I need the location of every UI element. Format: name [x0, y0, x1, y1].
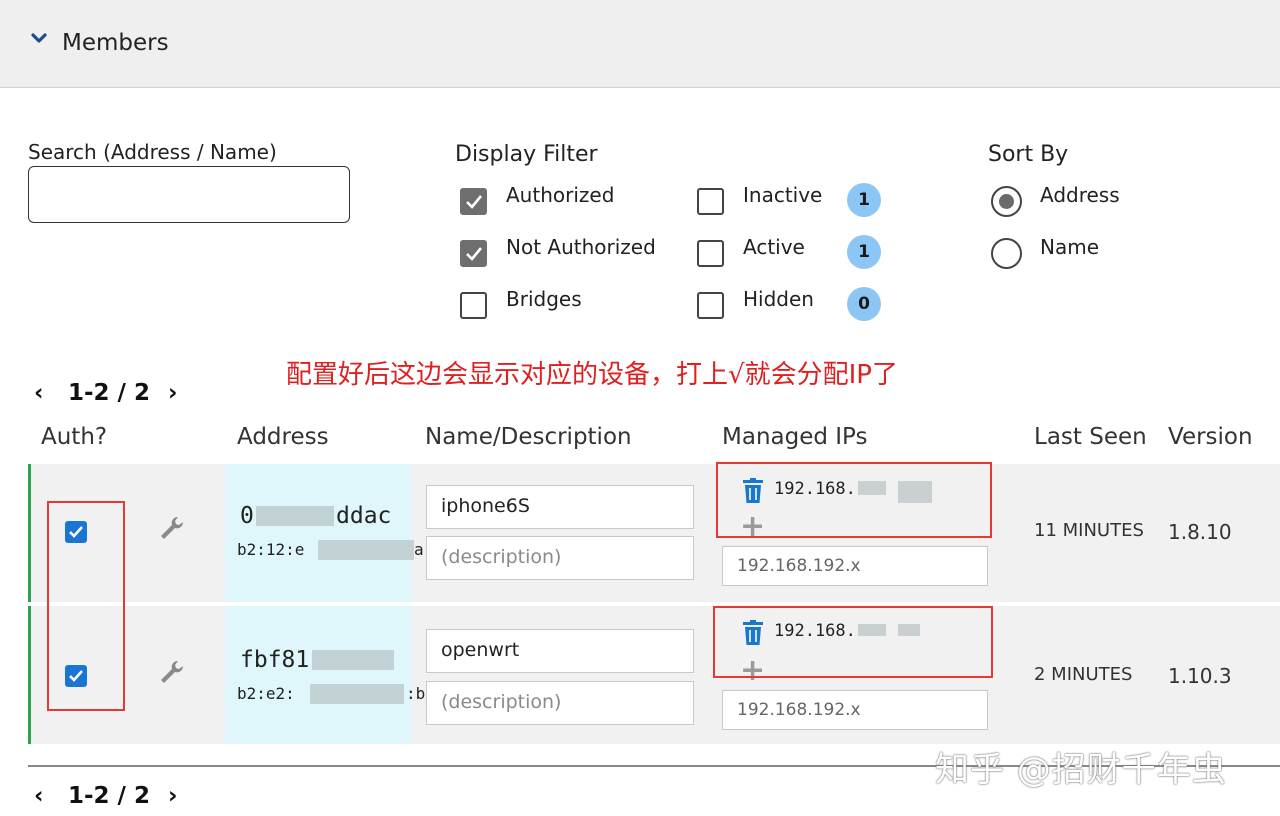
filter-not-authorized-checkbox[interactable]: [460, 240, 487, 267]
col-managed-ips: Managed IPs: [722, 424, 868, 450]
member-mac-end: :b: [406, 684, 426, 703]
col-auth: Auth?: [41, 424, 108, 450]
hidden-count-badge: 0: [847, 287, 881, 321]
sort-name-label: Name: [1040, 235, 1100, 259]
version: 1.8.10: [1168, 520, 1232, 544]
address-cell: [225, 606, 411, 744]
inactive-count-badge: 1: [847, 183, 881, 217]
member-address: 0: [240, 503, 254, 529]
filter-bridges-checkbox[interactable]: [460, 292, 487, 319]
pagination-bottom: ‹ 1-2 / 2 ›: [34, 783, 194, 813]
redacted-blur: [312, 650, 394, 670]
last-seen: 11 MINUTES: [1034, 520, 1144, 541]
version: 1.10.3: [1168, 664, 1232, 688]
member-mac-end: a: [414, 540, 424, 559]
prev-page-icon[interactable]: ‹: [34, 783, 43, 809]
search-label: Search (Address / Name): [28, 140, 277, 164]
active-count-badge: 1: [847, 235, 881, 269]
member-description-input[interactable]: (description): [426, 536, 694, 580]
filter-bridges-label: Bridges: [506, 287, 582, 311]
wrench-icon[interactable]: [158, 658, 186, 686]
pagination-label: 1-2 / 2: [68, 380, 150, 406]
pagination-top: ‹ 1-2 / 2 ›: [34, 380, 194, 410]
sort-name-radio[interactable]: [991, 238, 1022, 269]
member-description-input[interactable]: (description): [426, 681, 694, 725]
next-page-icon[interactable]: ›: [168, 783, 177, 809]
filter-active-label: Active: [743, 235, 805, 259]
highlight-box: [713, 606, 993, 678]
filter-authorized-checkbox[interactable]: [460, 188, 487, 215]
member-name-input[interactable]: iphone6S: [426, 485, 694, 529]
member-mac: b2:e2:: [237, 684, 295, 703]
annotation-text: 配置好后这边会显示对应的设备，打上√就会分配IP了: [286, 360, 898, 390]
pagination-label: 1-2 / 2: [68, 783, 150, 809]
next-page-icon[interactable]: ›: [168, 380, 177, 406]
redacted-blur: [318, 540, 414, 560]
filter-active-checkbox[interactable]: [697, 240, 724, 267]
member-address-end: ddac: [336, 503, 392, 529]
watermark: 知乎 @招财千年虫: [935, 750, 1227, 790]
redacted-blur: [310, 684, 404, 704]
member-mac: b2:12:e: [237, 540, 305, 559]
last-seen: 2 MINUTES: [1034, 664, 1133, 685]
chevron-down-icon[interactable]: [30, 30, 48, 48]
members-header[interactable]: Members: [0, 0, 1280, 88]
members-title: Members: [62, 30, 169, 56]
display-filter-title: Display Filter: [455, 142, 598, 167]
ip-input[interactable]: 192.168.192.x: [722, 690, 988, 730]
filter-authorized-label: Authorized: [506, 183, 615, 207]
address-cell: [225, 464, 411, 602]
filter-inactive-checkbox[interactable]: [697, 188, 724, 215]
sort-address-radio[interactable]: [991, 186, 1022, 217]
sort-by-title: Sort By: [988, 142, 1069, 167]
filter-hidden-checkbox[interactable]: [697, 292, 724, 319]
col-name[interactable]: Name/Description: [425, 424, 632, 450]
col-version: Version: [1168, 424, 1253, 450]
highlight-box: [716, 462, 992, 538]
member-address: fbf81: [240, 647, 310, 673]
filter-inactive-label: Inactive: [743, 183, 823, 207]
ip-input[interactable]: 192.168.192.x: [722, 546, 988, 586]
auth-highlight-box: [47, 501, 125, 711]
redacted-blur: [256, 506, 334, 526]
col-last-seen: Last Seen: [1034, 424, 1147, 450]
filter-hidden-label: Hidden: [743, 287, 814, 311]
wrench-icon[interactable]: [158, 514, 186, 542]
sort-address-label: Address: [1040, 183, 1120, 207]
member-name-input[interactable]: openwrt: [426, 629, 694, 673]
filter-not-authorized-label: Not Authorized: [506, 235, 656, 259]
col-address[interactable]: Address: [237, 424, 329, 450]
search-input[interactable]: [28, 166, 350, 223]
prev-page-icon[interactable]: ‹: [34, 380, 43, 406]
